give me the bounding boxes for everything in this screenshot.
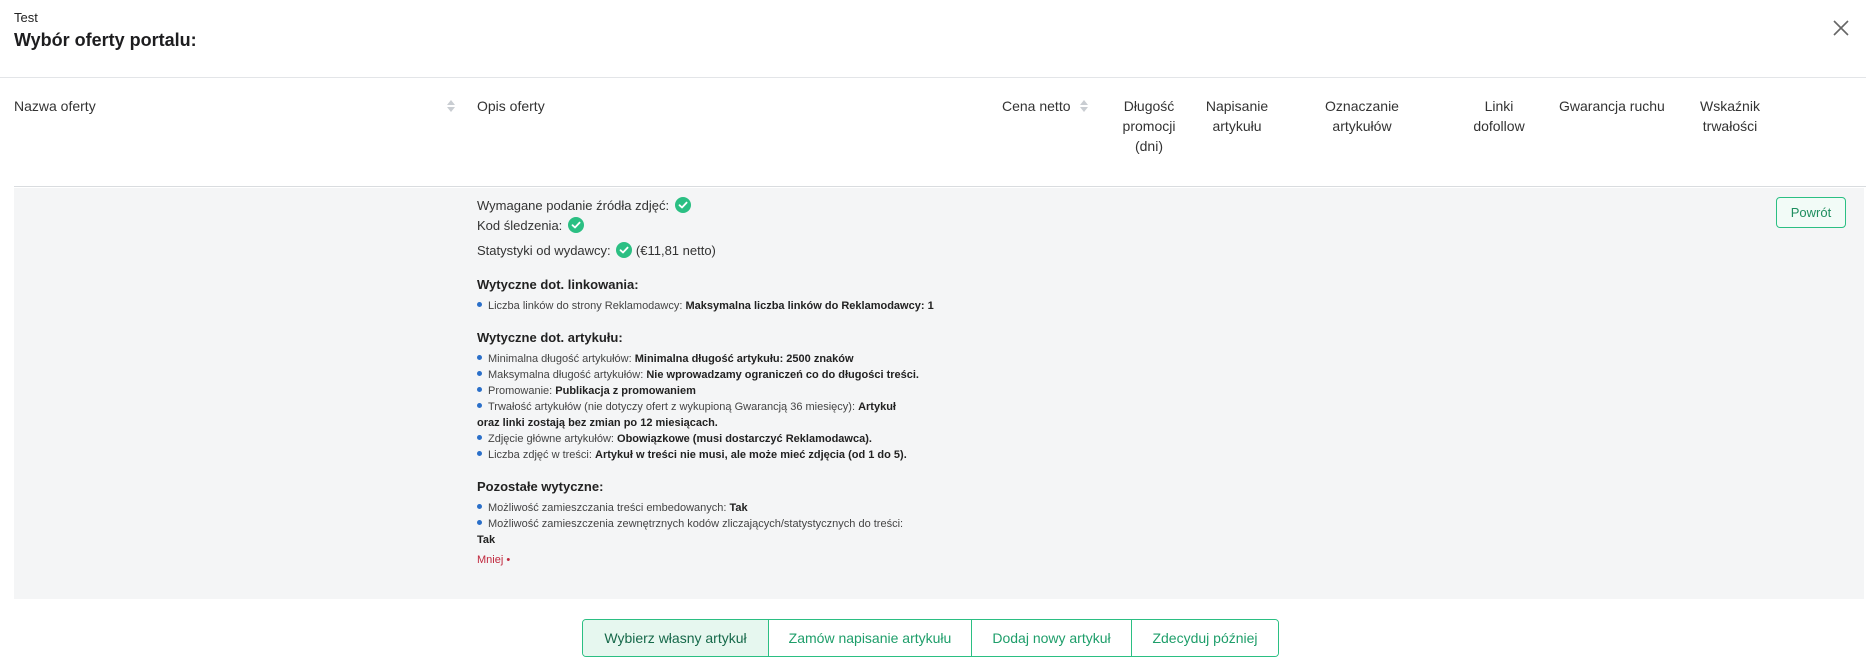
publisher-stats-price: (€11,81 netto) bbox=[635, 243, 716, 258]
item-value: Maksymalna liczba linków do Reklamodawcy… bbox=[685, 300, 934, 312]
sort-icon[interactable] bbox=[447, 100, 455, 112]
check-icon bbox=[616, 242, 633, 258]
list-item: Promowanie: Publikacja z promowaniem bbox=[477, 383, 977, 399]
check-icon bbox=[567, 217, 584, 233]
item-value: Publikacja z promowaniem bbox=[555, 385, 696, 397]
column-header-price[interactable]: Cena netto bbox=[1002, 96, 1071, 116]
column-header-tagging-line: Oznaczanie bbox=[1325, 98, 1399, 114]
item-label: Maksymalna długość artykułów: bbox=[488, 369, 644, 381]
publisher-stats-row: Statystyki od wydawcy: (€11,81 netto) bbox=[477, 241, 977, 261]
item-value: Artykuł bbox=[858, 401, 896, 413]
item-label: Promowanie: bbox=[488, 385, 553, 397]
list-item: Maksymalna długość artykułów: Nie wprowa… bbox=[477, 367, 977, 383]
photo-source-row: Wymagane podanie źródła zdjęć: bbox=[477, 196, 977, 216]
item-value: Tak bbox=[477, 534, 496, 546]
column-header-dofollow-line: dofollow bbox=[1473, 118, 1525, 134]
item-label: Trwałość artykułów (nie dotyczy ofert z … bbox=[488, 401, 856, 413]
tracking-code-row: Kod śledzenia: bbox=[477, 216, 977, 236]
list-item: Liczba linków do strony Reklamodawcy: Ma… bbox=[477, 298, 977, 314]
list-item: Zdjęcie główne artykułów: Obowiązkowe (m… bbox=[477, 431, 977, 447]
offer-details: Wymagane podanie źródła zdjęć: Kod śledz… bbox=[14, 188, 1864, 599]
table-header: Nazwa oferty Opis oferty Cena netto Dług… bbox=[14, 78, 1866, 187]
item-value: Minimalna długość artykułu: 2500 znaków bbox=[634, 353, 854, 365]
column-header-writing-line: artykułu bbox=[1212, 118, 1262, 134]
item-label: Liczba linków do strony Reklamodawcy: bbox=[488, 300, 683, 312]
column-header-duration-line: Długość bbox=[1123, 98, 1175, 114]
modal-title: Wybór oferty portalu: bbox=[14, 30, 197, 50]
bullet-icon bbox=[477, 355, 482, 360]
column-header-duration-line: (dni) bbox=[1134, 138, 1163, 154]
column-header-duration: Długość promocji (dni) bbox=[1104, 96, 1194, 156]
list-item: Liczba zdjęć w treści: Artykuł w treści … bbox=[477, 447, 977, 463]
sort-icon[interactable] bbox=[1080, 100, 1088, 112]
column-header-duration-line: promocji bbox=[1122, 118, 1176, 134]
back-button[interactable]: Powrót bbox=[1776, 197, 1846, 228]
column-header-dofollow: Linki dofollow bbox=[1454, 96, 1544, 136]
item-value: oraz linki zostają bez zmian po 12 miesi… bbox=[477, 417, 718, 429]
column-header-durability-line: trwałości bbox=[1702, 118, 1758, 134]
bullet-icon bbox=[477, 403, 482, 408]
offer-description: Wymagane podanie źródła zdjęć: Kod śledz… bbox=[477, 196, 977, 566]
order-article-writing-button[interactable]: Zamów napisanie artykułu bbox=[769, 620, 972, 656]
column-header-tagging: Oznaczanie artykułów bbox=[1302, 96, 1422, 136]
close-icon[interactable] bbox=[1831, 18, 1851, 38]
column-header-writing: Napisanie artykułu bbox=[1192, 96, 1282, 136]
decide-later-button[interactable]: Zdecyduj później bbox=[1132, 620, 1278, 656]
list-item: Minimalna długość artykułów: Minimalna d… bbox=[477, 351, 977, 367]
column-header-durability-line: Wskaźnik bbox=[1700, 98, 1760, 114]
item-label: Możliwość zamieszczania treści embedowan… bbox=[488, 502, 727, 514]
column-header-description: Opis oferty bbox=[477, 98, 545, 114]
tracking-code-label: Kod śledzenia: bbox=[477, 218, 563, 233]
item-label: Zdjęcie główne artykułów: bbox=[488, 433, 614, 445]
collapse-dot-icon: • bbox=[506, 554, 511, 566]
item-label: Możliwość zamieszczenia zewnętrznych kod… bbox=[488, 518, 904, 530]
bullet-icon bbox=[477, 302, 482, 307]
bullet-icon bbox=[477, 371, 482, 376]
bullet-icon bbox=[477, 520, 482, 525]
list-item: Możliwość zamieszczenia zewnętrznych kod… bbox=[477, 516, 977, 532]
column-header-name[interactable]: Nazwa oferty bbox=[14, 96, 96, 116]
column-header-tagging-line: artykułów bbox=[1332, 118, 1392, 134]
list-item-continuation: oraz linki zostają bez zmian po 12 miesi… bbox=[477, 415, 977, 431]
add-new-article-button[interactable]: Dodaj nowy artykuł bbox=[972, 620, 1132, 656]
item-value: Artykuł w treści nie musi, ale może mieć… bbox=[595, 449, 907, 461]
check-icon bbox=[674, 197, 691, 213]
item-value: Nie wprowadzamy ograniczeń co do długośc… bbox=[646, 369, 919, 381]
column-header-dofollow-line: Linki bbox=[1484, 98, 1514, 114]
show-less-link[interactable]: Mniej • bbox=[477, 554, 510, 566]
publisher-stats-label: Statystyki od wydawcy: bbox=[477, 243, 611, 258]
column-header-durability: Wskaźnik trwałości bbox=[1684, 96, 1776, 136]
bullet-icon bbox=[477, 435, 482, 440]
list-item-continuation: Tak bbox=[477, 532, 977, 548]
article-action-group: Wybierz własny artykuł Zamów napisanie a… bbox=[582, 619, 1279, 657]
list-item: Trwałość artykułów (nie dotyczy ofert z … bbox=[477, 399, 977, 415]
bullet-icon bbox=[477, 387, 482, 392]
show-less-label: Mniej bbox=[477, 554, 504, 566]
bullet-icon bbox=[477, 504, 482, 509]
choose-own-article-button[interactable]: Wybierz własny artykuł bbox=[583, 620, 769, 656]
list-item: Możliwość zamieszczania treści embedowan… bbox=[477, 500, 977, 516]
item-label: Liczba zdjęć w treści: bbox=[488, 449, 592, 461]
photo-source-label: Wymagane podanie źródła zdjęć: bbox=[477, 198, 670, 213]
other-section-title: Pozostałe wytyczne: bbox=[477, 479, 604, 494]
item-value: Tak bbox=[729, 502, 748, 514]
article-section-title: Wytyczne dot. artykułu: bbox=[477, 330, 623, 345]
bullet-icon bbox=[477, 451, 482, 456]
modal-header: Test Wybór oferty portalu: bbox=[0, 0, 1866, 78]
modal-subtitle: Test bbox=[14, 10, 38, 25]
item-value: Obowiązkowe (musi dostarczyć Reklamodawc… bbox=[617, 433, 872, 445]
linking-section-title: Wytyczne dot. linkowania: bbox=[477, 277, 639, 292]
column-header-traffic: Gwarancja ruchu bbox=[1559, 98, 1665, 114]
column-header-writing-line: Napisanie bbox=[1205, 98, 1269, 114]
item-label: Minimalna długość artykułów: bbox=[488, 353, 632, 365]
